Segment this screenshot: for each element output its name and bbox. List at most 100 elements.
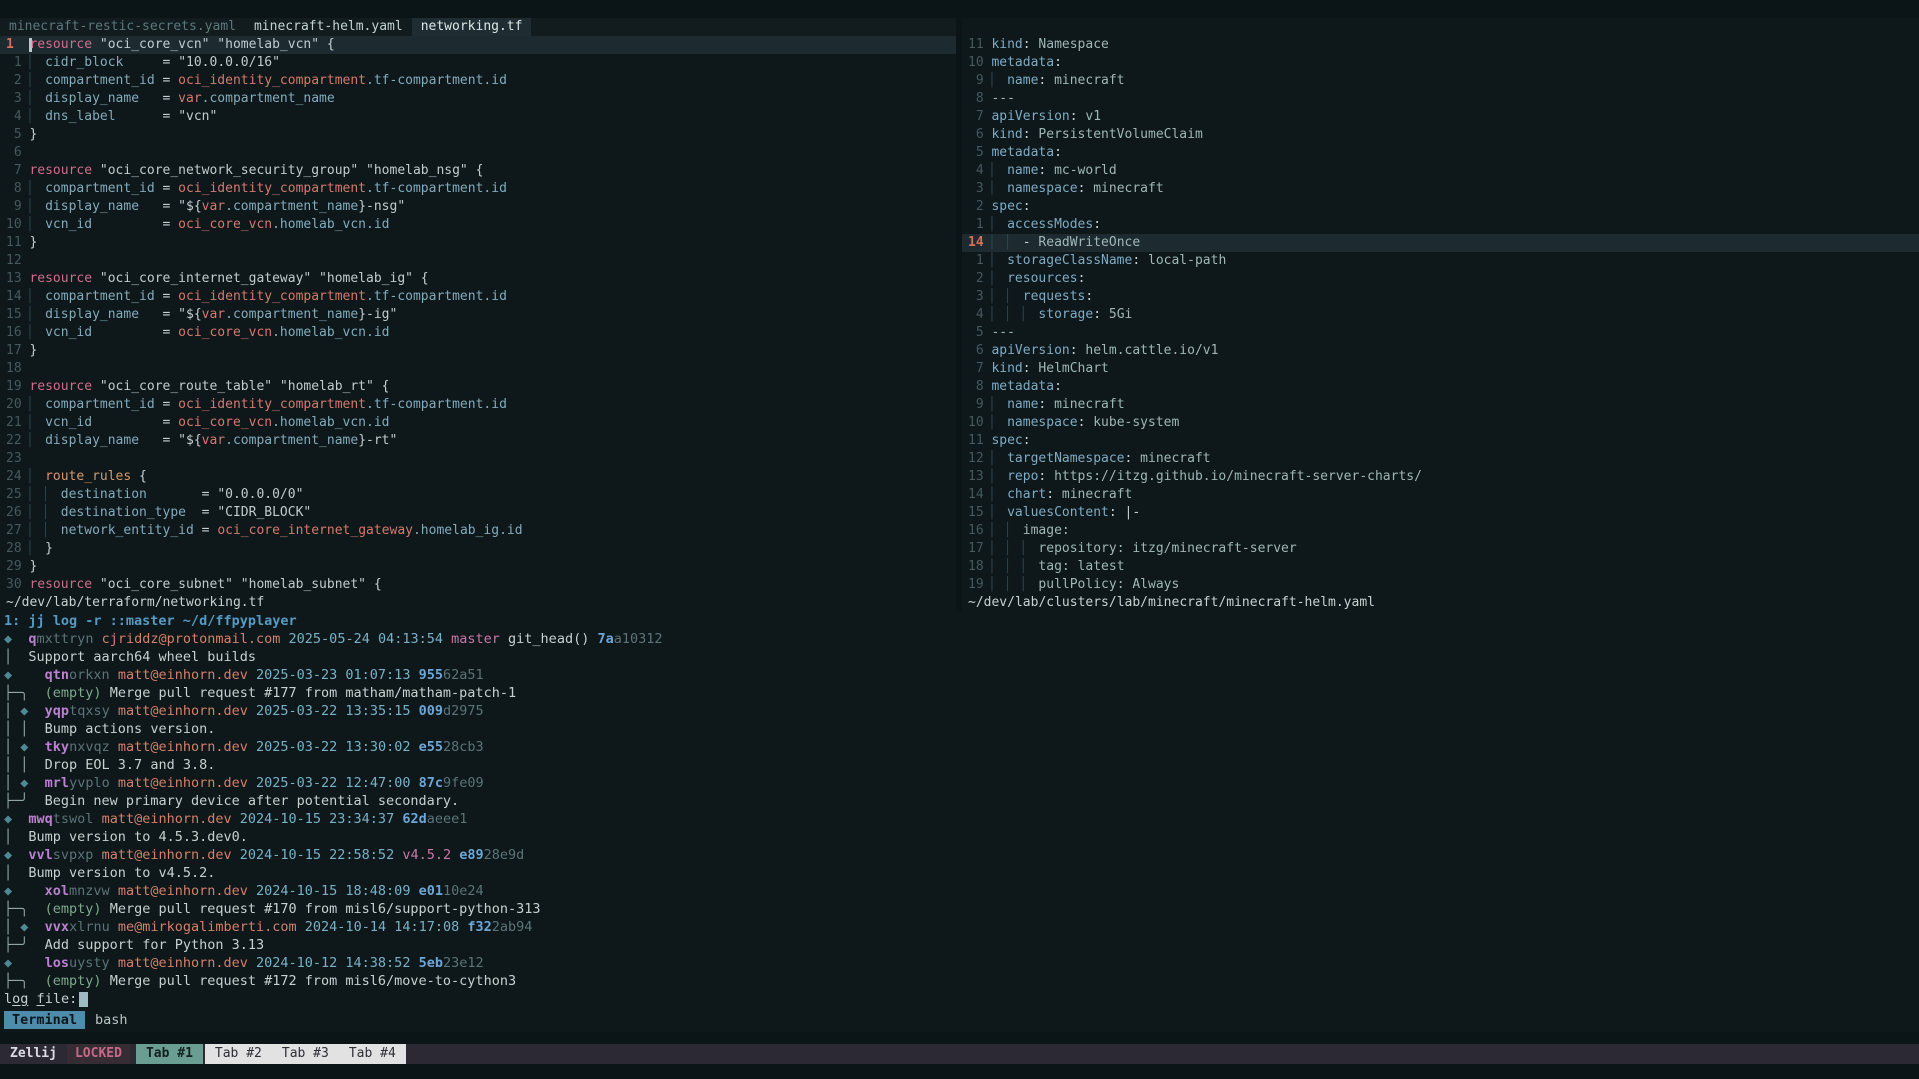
line-number: 4 — [968, 306, 984, 324]
editor-pane-minecraft-helm-yaml[interactable]: 11kind: Namespace10metadata:9▏ name: min… — [962, 18, 1919, 612]
code-line: 16▏ ▏ image: — [968, 522, 1919, 540]
jj-log-line: │ ◆ tkynxvqz matt@einhorn.dev 2025-03-22… — [4, 738, 1919, 756]
line-number: 20 — [6, 396, 22, 414]
code-line: 3▏ namespace: minecraft — [968, 180, 1919, 198]
jj-log-line: ◆ mwqtswol matt@einhorn.dev 2024-10-15 2… — [4, 810, 1919, 828]
code-line: 14▏ chart: minecraft — [968, 486, 1919, 504]
zellij-tab-tab-4[interactable]: Tab #4 — [339, 1044, 406, 1064]
code-line: 10metadata: — [968, 54, 1919, 72]
line-number: 2 — [6, 72, 22, 90]
code-line: 8▏ compartment_id = oci_identity_compart… — [6, 180, 956, 198]
jj-log-line: │ Support aarch64 wheel builds — [4, 648, 1919, 666]
bufferline-spacer — [531, 18, 956, 36]
code-line: 1▏ cidr_block = "10.0.0.0/16" — [6, 54, 956, 72]
code-line: 4▏ dns_label = "vcn" — [6, 108, 956, 126]
jj-log-line: │ Bump version to 4.5.3.dev0. — [4, 828, 1919, 846]
line-number: 10 — [968, 414, 984, 432]
terminal-badge: Terminal — [4, 1011, 85, 1029]
mode-indicator-locked: LOCKED — [67, 1044, 130, 1064]
line-number: 12 — [968, 450, 984, 468]
code-line: 3▏ display_name = var.compartment_name — [6, 90, 956, 108]
editor-pane-networking-tf[interactable]: minecraft-restic-secrets.yamlminecraft-h… — [0, 18, 956, 612]
buffer-tab-minecraft-restic-secrets.yaml[interactable]: minecraft-restic-secrets.yaml — [0, 18, 245, 36]
line-number: 11 — [968, 432, 984, 450]
left-editor-path: ~/dev/lab/terraform/networking.tf — [0, 594, 956, 612]
code-line: 30resource "oci_core_subnet" "homelab_su… — [6, 576, 956, 594]
line-number: 6 — [968, 342, 984, 360]
code-line: 6 — [6, 144, 956, 162]
line-number: 13 — [6, 270, 22, 288]
code-line: 4▏ name: mc-world — [968, 162, 1919, 180]
line-number: 1 — [6, 54, 22, 72]
line-number: 29 — [6, 558, 22, 576]
line-number: 8 — [968, 378, 984, 396]
buffer-tab-networking.tf[interactable]: networking.tf — [412, 18, 532, 36]
line-number: 7 — [6, 162, 22, 180]
shell-prompt[interactable]: log file: — [4, 990, 1919, 1008]
line-number: 9 — [6, 198, 22, 216]
line-number: 18 — [6, 360, 22, 378]
line-number: 19 — [968, 576, 984, 594]
line-number: 9 — [968, 396, 984, 414]
line-number: 14 — [6, 288, 22, 306]
line-number: 18 — [968, 558, 984, 576]
code-line: 8--- — [968, 90, 1919, 108]
code-line: 18 — [6, 360, 956, 378]
code-line: 7resource "oci_core_network_security_gro… — [6, 162, 956, 180]
line-number: 7 — [968, 108, 984, 126]
prompt-text: l — [4, 991, 12, 1007]
code-line: 29} — [6, 558, 956, 576]
jj-log-line: ├─╯ Add support for Python 3.13 — [4, 936, 1919, 954]
zellij-tab-tab-3[interactable]: Tab #3 — [272, 1044, 339, 1064]
jj-log-line: ◆ xolmnzvw matt@einhorn.dev 2024-10-15 1… — [4, 882, 1919, 900]
jj-log-line: ├─╯ Begin new primary device after poten… — [4, 792, 1919, 810]
code-line: 7apiVersion: v1 — [968, 108, 1919, 126]
line-number: 28 — [6, 540, 22, 558]
line-number: 11 — [968, 36, 984, 54]
line-number: 9 — [968, 72, 984, 90]
code-line: 21▏ vcn_id = oci_core_vcn.homelab_vcn.id — [6, 414, 956, 432]
code-line: 18▏ ▏ ▏ tag: latest — [968, 558, 1919, 576]
buffer-tab-minecraft-helm.yaml[interactable]: minecraft-helm.yaml — [245, 18, 412, 36]
zellij-tab-tab-2[interactable]: Tab #2 — [205, 1044, 272, 1064]
code-line: 5--- — [968, 324, 1919, 342]
code-line: 19▏ ▏ ▏ pullPolicy: Always — [968, 576, 1919, 594]
jj-log-line: ├─╮ (empty) Merge pull request #172 from… — [4, 972, 1919, 990]
jj-log-output: ◆ qmxttryn cjriddz@protonmail.com 2025-0… — [4, 630, 1919, 990]
code-line: 22▏ display_name = "${var.compartment_na… — [6, 432, 956, 450]
code-line: 26▏ ▏ destination_type = "CIDR_BLOCK" — [6, 504, 956, 522]
line-number: 13 — [968, 468, 984, 486]
terminal-pane[interactable]: 1: jj log -r ::master ~/d/ffpyplayer ◆ q… — [0, 612, 1919, 1032]
line-number: 3 — [968, 288, 984, 306]
line-number: 1 — [6, 36, 22, 54]
code-line: 12▏ targetNamespace: minecraft — [968, 450, 1919, 468]
line-number: 5 — [968, 324, 984, 342]
yaml-code[interactable]: 11kind: Namespace10metadata:9▏ name: min… — [962, 36, 1919, 594]
code-line: 6apiVersion: helm.cattle.io/v1 — [968, 342, 1919, 360]
zellij-logo: Zellij — [0, 1044, 67, 1064]
shell-name: bash — [95, 1012, 128, 1028]
line-number: 5 — [968, 144, 984, 162]
code-line: 1▏ storageClassName: local-path — [968, 252, 1919, 270]
line-number: 2 — [968, 270, 984, 288]
code-line: 20▏ compartment_id = oci_identity_compar… — [6, 396, 956, 414]
code-line: 1resource "oci_core_vcn" "homelab_vcn" { — [0, 36, 956, 54]
code-line: 15▏ valuesContent: |- — [968, 504, 1919, 522]
line-number: 14 — [968, 234, 984, 252]
code-line: 24▏ route_rules { — [6, 468, 956, 486]
code-line: 17} — [6, 342, 956, 360]
code-line: 2▏ compartment_id = oci_identity_compart… — [6, 72, 956, 90]
zellij-tab-tab-1[interactable]: Tab #1 — [136, 1044, 203, 1064]
code-line: 8metadata: — [968, 378, 1919, 396]
line-number: 16 — [6, 324, 22, 342]
prompt-text-underlined: og — [12, 991, 28, 1007]
line-number: 17 — [6, 342, 22, 360]
line-number: 22 — [6, 432, 22, 450]
editor-split: minecraft-restic-secrets.yamlminecraft-h… — [0, 18, 1919, 612]
right-pane-top-spacer — [962, 18, 1919, 36]
line-number: 14 — [968, 486, 984, 504]
pane-footer: Terminal bash — [4, 1010, 1919, 1032]
terraform-code[interactable]: 1resource "oci_core_vcn" "homelab_vcn" {… — [0, 36, 956, 594]
line-number: 19 — [6, 378, 22, 396]
line-number: 7 — [968, 360, 984, 378]
